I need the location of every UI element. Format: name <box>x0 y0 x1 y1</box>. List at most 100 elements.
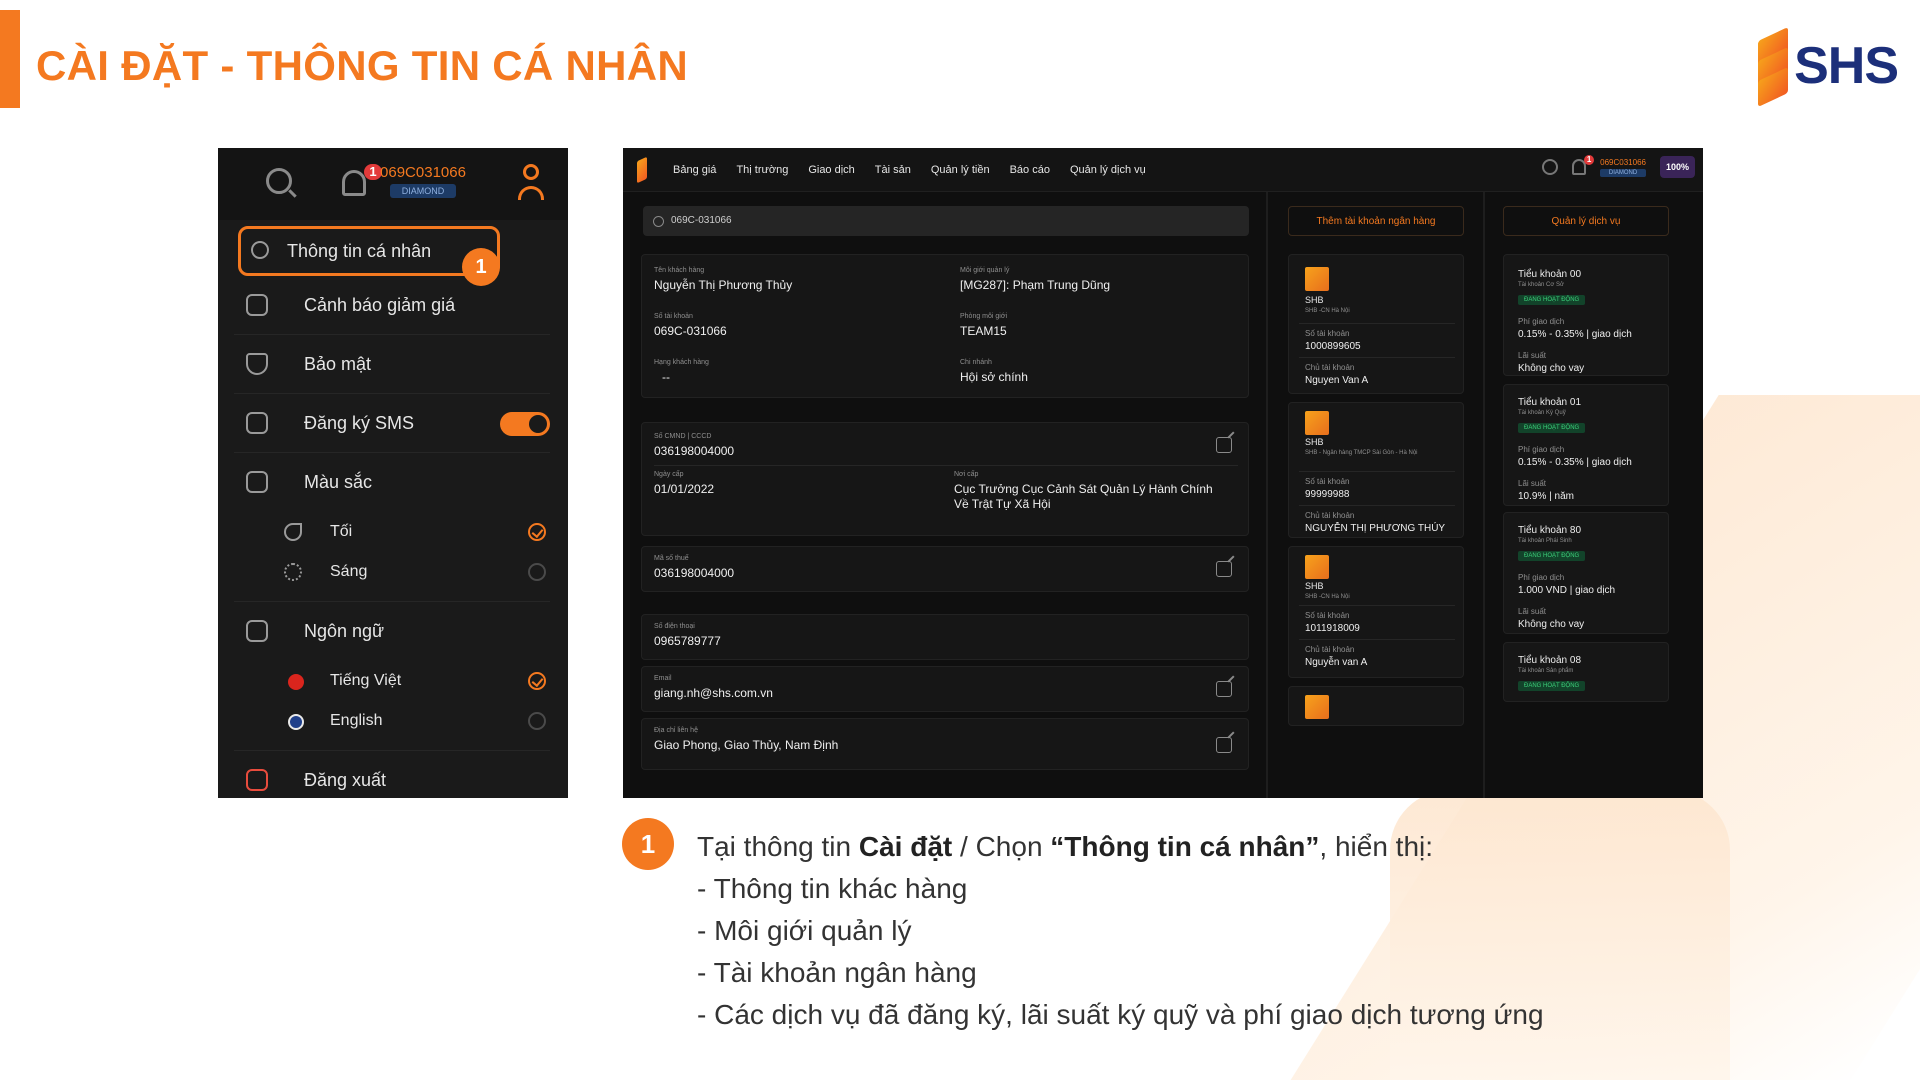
instruction-bullet: - Tài khoản ngân hàng <box>697 957 977 988</box>
nav-item-price-board[interactable]: Bảng giá <box>673 164 716 176</box>
bank-branch: SHB -CN Hà Nội <box>1305 594 1350 600</box>
bank-account-card[interactable]: SHB SHB -CN Hà Nội Số tài khoản 10119180… <box>1288 546 1464 678</box>
divider <box>1299 505 1455 506</box>
logo-text: SHS <box>1794 37 1899 95</box>
field-value: Cục Trưởng Cục Cảnh Sát Quản Lý Hành Chí… <box>954 482 1213 511</box>
theme-option-label: Sáng <box>330 563 368 580</box>
edit-icon[interactable] <box>1216 681 1232 697</box>
menu-item-label: Ngôn ngữ <box>304 621 385 641</box>
field-label: Nơi cấp <box>954 471 979 478</box>
field-label: Số tài khoản <box>1305 329 1350 338</box>
menu-item-price-alert[interactable]: Cảnh báo giảm giá <box>234 276 550 335</box>
field-label: Phí giao dịch <box>1518 445 1565 454</box>
email-field: Email giang.nh@shs.com.vn <box>654 675 773 701</box>
field-value: 10.9% | năm <box>1518 491 1574 502</box>
menu-item-security[interactable]: Bảo mật <box>234 335 550 394</box>
field-label: Số điện thoại <box>654 623 695 630</box>
menu-item-personal-info[interactable]: Thông tin cá nhân <box>238 226 500 276</box>
personal-info-screen: Bảng giá Thị trường Giao dịch Tài sản Qu… <box>623 148 1703 798</box>
field-label: Số tài khoản <box>1305 477 1350 486</box>
status-badge: ĐANG HOẠT ĐỘNG <box>1518 423 1586 433</box>
field-label: Chủ tài khoản <box>1305 511 1355 520</box>
language-option-label: English <box>330 712 383 729</box>
divider <box>1299 357 1455 358</box>
manage-services-button[interactable]: Quản lý dịch vụ <box>1503 206 1669 236</box>
interest-field: Lãi suất 10.9% | năm <box>1518 479 1574 502</box>
account-search-input[interactable]: 069C-031066 <box>643 206 1249 236</box>
search-icon[interactable] <box>264 166 300 202</box>
sub-account-card[interactable]: Tiểu khoản 80 Tài khoản Phái Sinh ĐANG H… <box>1503 512 1669 634</box>
divider <box>234 741 550 751</box>
bell-icon[interactable]: 1 <box>1572 155 1595 175</box>
theme-option-light[interactable]: Sáng <box>234 552 550 592</box>
edit-icon[interactable] <box>1216 561 1232 577</box>
bell-icon[interactable]: 1 <box>336 164 382 202</box>
nav-item-reports[interactable]: Báo cáo <box>1010 164 1050 176</box>
nav-item-trading[interactable]: Giao dịch <box>808 164 854 176</box>
field-label: Lãi suất <box>1518 607 1547 616</box>
edit-icon[interactable] <box>1216 437 1232 453</box>
divider <box>654 465 1238 466</box>
customer-rank-field: Hạng khách hàng -- <box>654 359 709 385</box>
theme-option-dark[interactable]: Tối <box>234 512 550 552</box>
menu-item-label: Cảnh báo giảm giá <box>304 294 456 315</box>
status-badge: ĐANG HOẠT ĐỘNG <box>1518 551 1586 561</box>
nav-item-money[interactable]: Quản lý tiền <box>931 164 990 176</box>
menu-item-sms[interactable]: Đăng ký SMS <box>234 394 550 453</box>
menu-item-color[interactable]: Màu sắc <box>234 453 550 512</box>
field-value: giang.nh@shs.com.vn <box>654 686 773 700</box>
nav-item-assets[interactable]: Tài sản <box>875 164 911 176</box>
search-icon[interactable] <box>1542 159 1559 175</box>
sub-account-card[interactable]: Tiểu khoản 00 Tài khoản Cơ Sở ĐANG HOẠT … <box>1503 254 1669 376</box>
sub-account-type: Tài khoản Sản phẩm <box>1518 668 1574 674</box>
edit-icon[interactable] <box>1216 737 1232 753</box>
identity-card: Số CMND | CCCD 036198004000 Ngày cấp 01/… <box>641 422 1249 536</box>
sub-account-card[interactable]: Tiểu khoản 01 Tài khoản Ký Quỹ ĐANG HOẠT… <box>1503 384 1669 506</box>
field-value: 0965789777 <box>654 634 721 648</box>
field-label: Phí giao dịch <box>1518 573 1565 582</box>
field-value: TEAM15 <box>960 324 1007 338</box>
field-value: Nguyễn van A <box>1305 657 1368 668</box>
nav-item-market[interactable]: Thị trường <box>736 164 788 176</box>
menu-item-logout[interactable]: Đăng xuất <box>234 751 550 798</box>
radio-icon <box>528 712 546 730</box>
sub-account-card[interactable]: Tiểu khoản 08 Tài khoản Sản phẩm ĐANG HO… <box>1503 642 1669 702</box>
broker-room-field: Phòng môi giới TEAM15 <box>960 313 1007 339</box>
title-accent-bar <box>0 10 20 108</box>
field-value: Nguyen Van A <box>1305 375 1369 386</box>
zoom-percent[interactable]: 100% <box>1659 156 1695 178</box>
instruction-bullet: - Thông tin khác hàng <box>697 873 968 904</box>
add-bank-account-button[interactable]: Thêm tài khoản ngân hàng <box>1288 206 1464 236</box>
field-label: Chủ tài khoản <box>1305 363 1355 372</box>
bank-account-number-field: Số tài khoản 1011918009 <box>1305 611 1360 634</box>
field-label: Số tài khoản <box>654 313 693 320</box>
divider <box>1299 605 1455 606</box>
account-selector[interactable]: 069C031066 DIAMOND <box>378 164 468 198</box>
bank-account-card[interactable]: SHB SHB - Ngân hàng TMCP Sài Gòn - Hà Nộ… <box>1288 402 1464 538</box>
sms-toggle[interactable] <box>500 412 550 436</box>
user-icon <box>251 241 269 259</box>
address-field: Địa chỉ liên hệ Giao Phong, Giao Thủy, N… <box>654 727 838 753</box>
field-label: Email <box>654 675 672 682</box>
account-selector[interactable]: 069C031066 DIAMOND <box>1600 158 1646 177</box>
status-badge: ĐANG HOẠT ĐỘNG <box>1518 295 1586 305</box>
menu-item-language[interactable]: Ngôn ngữ <box>234 602 550 661</box>
bank-account-card[interactable]: SHB SHB -CN Hà Nội Số tài khoản 10008996… <box>1288 254 1464 394</box>
sub-account-title: Tiểu khoản 80 <box>1518 525 1582 536</box>
nav-item-services[interactable]: Quản lý dịch vụ <box>1070 164 1146 176</box>
user-icon[interactable] <box>516 164 546 204</box>
bank-account-card[interactable] <box>1288 686 1464 726</box>
language-option-en[interactable]: English <box>234 701 550 741</box>
bank-branch: SHB -CN Hà Nội <box>1305 308 1350 314</box>
field-label: Tên khách hàng <box>654 267 705 274</box>
instruction-bullet: - Môi giới quản lý <box>697 915 912 946</box>
status-badge: ĐANG HOẠT ĐỘNG <box>1518 681 1586 691</box>
app-logo-icon[interactable] <box>637 156 647 183</box>
check-icon <box>528 672 546 690</box>
interest-field: Lãi suất Không cho vay <box>1518 607 1584 630</box>
field-label: Số tài khoản <box>1305 611 1350 620</box>
shs-logo-icon <box>1758 27 1789 107</box>
field-value: 1000899605 <box>1305 341 1361 352</box>
interest-field: Lãi suất Không cho vay <box>1518 351 1584 374</box>
language-option-vi[interactable]: Tiếng Việt <box>234 661 550 701</box>
